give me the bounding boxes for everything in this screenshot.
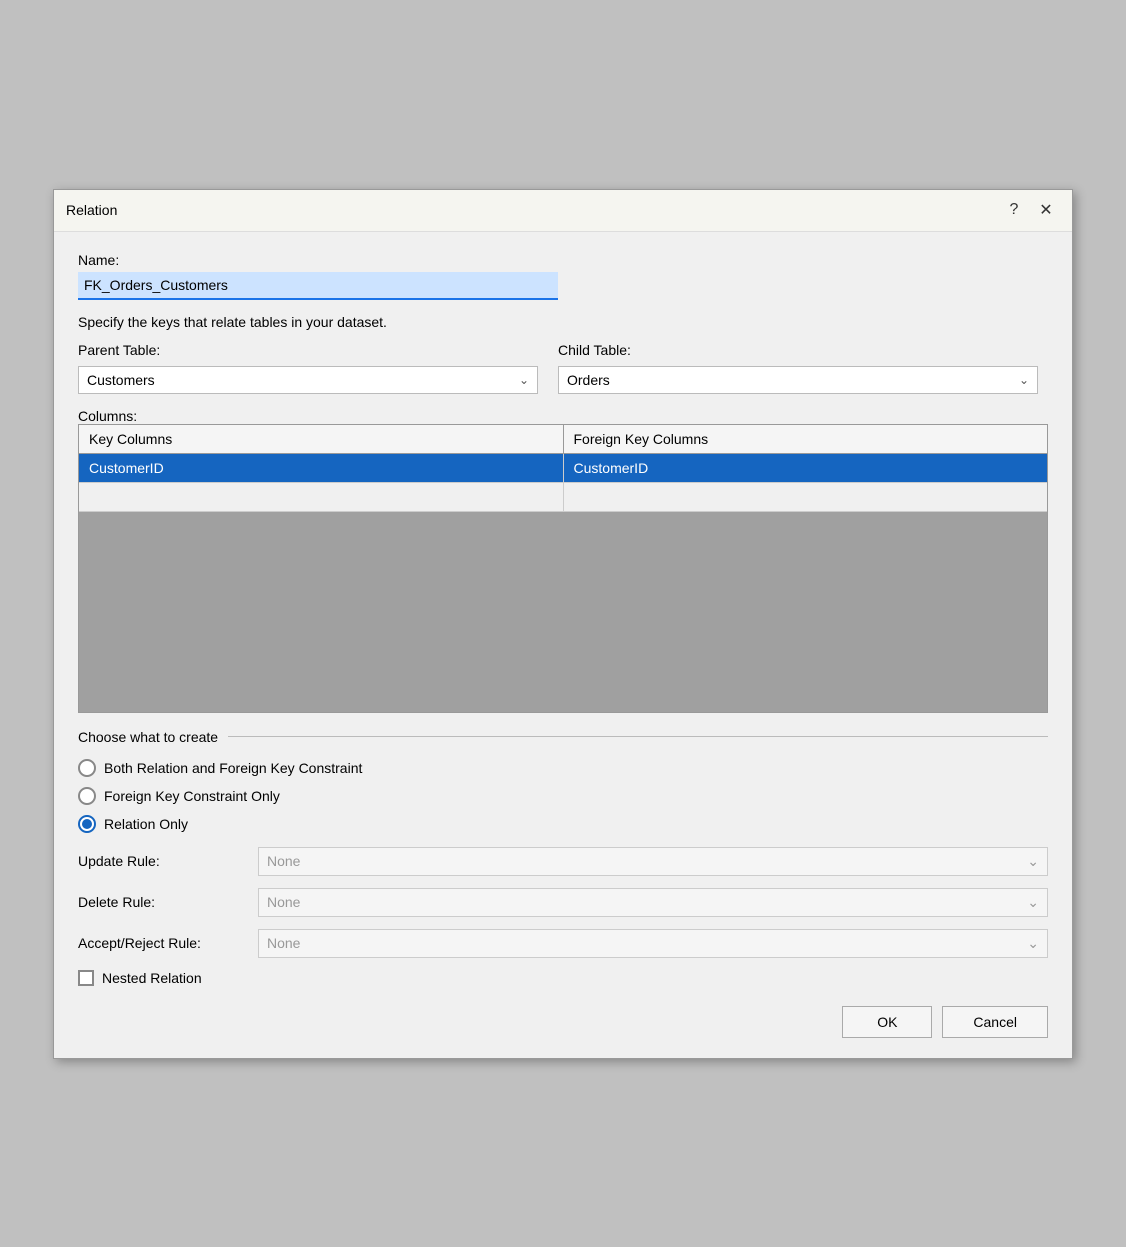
relation-dialog: Relation ? ✕ Name: Specify the keys that… (53, 189, 1073, 1059)
key-columns-header: Key Columns (79, 425, 564, 453)
radio-label-both: Both Relation and Foreign Key Constraint (104, 760, 362, 776)
radio-circle-fk-only (78, 787, 96, 805)
accept-reject-rule-label: Accept/Reject Rule: (78, 935, 258, 951)
radio-circle-relation-only (78, 815, 96, 833)
gray-area (79, 512, 1047, 712)
ok-button[interactable]: OK (842, 1006, 932, 1038)
delete-rule-arrow: ⌄ (1027, 894, 1039, 911)
name-label: Name: (78, 252, 1048, 268)
section-divider (228, 736, 1048, 737)
nested-relation-row: Nested Relation (78, 970, 1048, 986)
table-row[interactable]: CustomerID CustomerID (79, 454, 1047, 483)
columns-section: Columns: Key Columns Foreign Key Columns… (78, 408, 1048, 713)
title-bar-buttons: ? ✕ (1000, 196, 1060, 224)
radio-label-relation-only: Relation Only (104, 816, 188, 832)
name-group: Name: (78, 252, 1048, 300)
columns-header-row: Key Columns Foreign Key Columns (79, 425, 1047, 454)
foreign-key-column-cell: CustomerID (564, 454, 1048, 482)
accept-reject-rule-arrow: ⌄ (1027, 935, 1039, 952)
dialog-body: Name: Specify the keys that relate table… (54, 232, 1072, 1058)
update-rule-arrow: ⌄ (1027, 853, 1039, 870)
columns-table: Key Columns Foreign Key Columns Customer… (78, 424, 1048, 713)
parent-table-group: Parent Table: Customers ⌄ (78, 342, 538, 394)
radio-circle-both (78, 759, 96, 777)
nested-relation-label: Nested Relation (102, 970, 202, 986)
radio-relation-only[interactable]: Relation Only (78, 815, 1048, 833)
child-table-arrow: ⌄ (1019, 373, 1029, 387)
parent-table-value: Customers (87, 372, 155, 388)
accept-reject-rule-value: None (267, 935, 300, 951)
child-table-group: Child Table: Orders ⌄ (558, 342, 1038, 394)
parent-table-arrow: ⌄ (519, 373, 529, 387)
delete-rule-dropdown[interactable]: None ⌄ (258, 888, 1048, 917)
description-text: Specify the keys that relate tables in y… (78, 314, 1048, 330)
name-input[interactable] (78, 272, 558, 300)
update-rule-row: Update Rule: None ⌄ (78, 847, 1048, 876)
key-column-cell: CustomerID (79, 454, 564, 482)
delete-rule-value: None (267, 894, 300, 910)
radio-fk-only[interactable]: Foreign Key Constraint Only (78, 787, 1048, 805)
help-button[interactable]: ? (1000, 196, 1028, 224)
radio-label-fk-only: Foreign Key Constraint Only (104, 788, 280, 804)
button-row: OK Cancel (78, 1006, 1048, 1038)
child-table-value: Orders (567, 372, 610, 388)
child-table-dropdown[interactable]: Orders ⌄ (558, 366, 1038, 394)
table-row[interactable] (79, 483, 1047, 512)
delete-rule-label: Delete Rule: (78, 894, 258, 910)
title-bar: Relation ? ✕ (54, 190, 1072, 232)
update-rule-value: None (267, 853, 300, 869)
update-rule-label: Update Rule: (78, 853, 258, 869)
update-rule-dropdown[interactable]: None ⌄ (258, 847, 1048, 876)
parent-table-label: Parent Table: (78, 342, 538, 358)
key-column-cell-empty (79, 483, 564, 511)
delete-rule-row: Delete Rule: None ⌄ (78, 888, 1048, 917)
radio-dot-relation-only (82, 819, 92, 829)
accept-reject-rule-row: Accept/Reject Rule: None ⌄ (78, 929, 1048, 958)
child-table-label: Child Table: (558, 342, 1038, 358)
nested-relation-checkbox[interactable] (78, 970, 94, 986)
cancel-button[interactable]: Cancel (942, 1006, 1048, 1038)
close-button[interactable]: ✕ (1032, 196, 1060, 224)
table-dropdowns-row: Parent Table: Customers ⌄ Child Table: O… (78, 342, 1048, 394)
foreign-key-column-cell-empty (564, 483, 1048, 511)
foreign-key-columns-header: Foreign Key Columns (564, 425, 1048, 453)
radio-group: Both Relation and Foreign Key Constraint… (78, 759, 1048, 833)
parent-table-dropdown[interactable]: Customers ⌄ (78, 366, 538, 394)
title-bar-left: Relation (66, 202, 117, 218)
choose-label: Choose what to create (78, 729, 218, 745)
columns-label: Columns: (78, 408, 137, 424)
radio-both[interactable]: Both Relation and Foreign Key Constraint (78, 759, 1048, 777)
dialog-title: Relation (66, 202, 117, 218)
choose-section-header: Choose what to create (78, 729, 1048, 745)
accept-reject-rule-dropdown[interactable]: None ⌄ (258, 929, 1048, 958)
